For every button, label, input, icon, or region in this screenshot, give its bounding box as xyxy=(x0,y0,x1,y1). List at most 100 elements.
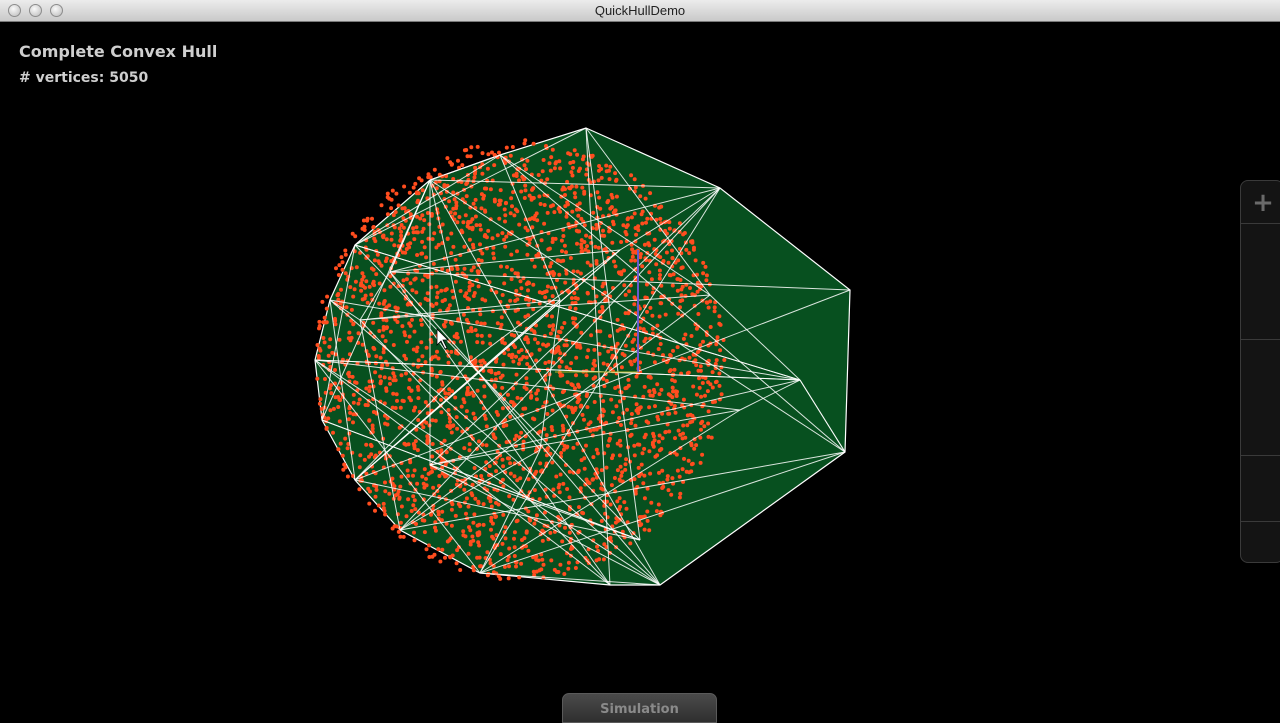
point xyxy=(546,247,551,252)
point xyxy=(577,397,582,402)
point xyxy=(446,360,451,365)
point xyxy=(431,261,436,266)
point xyxy=(467,288,472,293)
point xyxy=(434,284,439,289)
point xyxy=(416,191,421,196)
point xyxy=(573,195,578,200)
point xyxy=(655,323,660,328)
point xyxy=(568,256,573,260)
point xyxy=(500,406,505,411)
point xyxy=(495,321,500,326)
point xyxy=(608,535,613,540)
point xyxy=(706,421,711,426)
point xyxy=(357,465,362,470)
point xyxy=(638,194,643,199)
point xyxy=(495,233,500,238)
point xyxy=(328,337,333,342)
point xyxy=(665,477,670,482)
point xyxy=(523,183,528,188)
point xyxy=(634,408,639,413)
point xyxy=(438,370,443,375)
point xyxy=(406,473,411,478)
point xyxy=(666,260,671,265)
point xyxy=(407,321,412,326)
point xyxy=(401,278,406,283)
point xyxy=(435,349,439,354)
point xyxy=(683,332,688,337)
point xyxy=(617,416,622,420)
point xyxy=(439,288,444,293)
point xyxy=(681,397,686,402)
point xyxy=(440,299,445,304)
point xyxy=(416,418,421,422)
point xyxy=(586,422,591,427)
3d-viewport[interactable] xyxy=(0,22,1280,720)
point xyxy=(412,538,417,543)
point xyxy=(599,468,604,473)
point xyxy=(396,203,401,208)
point xyxy=(636,228,641,232)
point xyxy=(453,211,458,216)
point xyxy=(422,467,427,472)
point xyxy=(638,319,643,324)
point xyxy=(422,218,427,223)
point xyxy=(540,538,545,543)
point xyxy=(564,250,568,255)
point xyxy=(367,418,372,423)
point xyxy=(622,283,627,288)
point xyxy=(475,555,480,560)
simulation-tab[interactable]: Simulation xyxy=(562,693,717,723)
point xyxy=(531,186,535,191)
point xyxy=(512,530,517,535)
point xyxy=(525,362,530,366)
point xyxy=(700,452,705,457)
point xyxy=(585,405,590,410)
point xyxy=(351,294,356,299)
point xyxy=(522,141,527,146)
point xyxy=(619,365,624,370)
point xyxy=(588,428,593,433)
point xyxy=(411,494,416,499)
point xyxy=(558,351,563,356)
point xyxy=(374,354,379,359)
point xyxy=(669,402,674,406)
point xyxy=(369,292,374,297)
point xyxy=(550,408,555,413)
point xyxy=(502,207,507,212)
point xyxy=(643,196,648,201)
point xyxy=(620,470,625,475)
point xyxy=(636,224,641,229)
point xyxy=(533,213,538,218)
point xyxy=(579,403,584,408)
point xyxy=(632,337,636,342)
point xyxy=(655,382,660,387)
point xyxy=(406,271,411,276)
point xyxy=(704,273,709,278)
point xyxy=(407,395,412,400)
point xyxy=(718,348,723,353)
point xyxy=(549,261,554,266)
point xyxy=(379,203,384,208)
point xyxy=(584,443,588,448)
point xyxy=(411,503,416,508)
point xyxy=(317,326,321,331)
point xyxy=(680,284,685,289)
point xyxy=(597,168,601,173)
point xyxy=(379,311,384,316)
side-panel: + xyxy=(1240,180,1280,563)
point xyxy=(387,376,392,381)
point xyxy=(402,441,407,446)
point xyxy=(442,183,447,188)
point xyxy=(573,386,577,391)
point xyxy=(697,385,702,390)
point xyxy=(473,214,478,219)
point xyxy=(479,206,484,211)
point xyxy=(605,200,610,205)
point xyxy=(408,460,413,465)
point xyxy=(539,238,544,243)
point xyxy=(511,173,516,178)
point xyxy=(523,138,528,143)
plus-icon[interactable]: + xyxy=(1251,187,1275,219)
point xyxy=(498,188,503,193)
point xyxy=(399,233,404,238)
